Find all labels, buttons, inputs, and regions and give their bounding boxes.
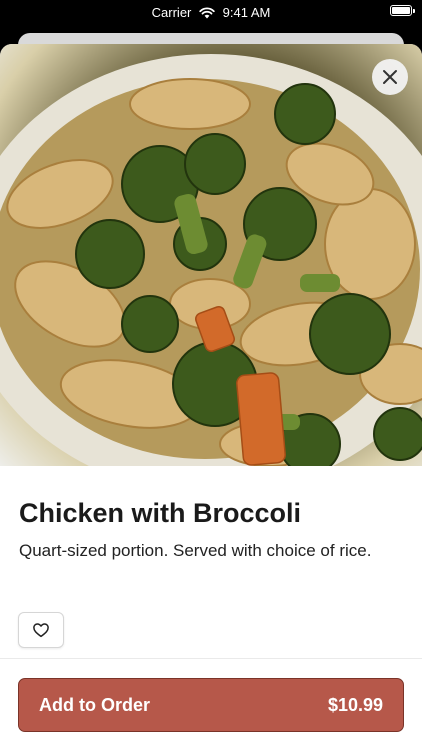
food-photo-illustration — [0, 54, 422, 466]
status-bar: Carrier 9:41 AM — [0, 0, 422, 24]
item-description: Quart-sized portion. Served with choice … — [19, 541, 372, 560]
close-icon — [383, 70, 397, 84]
divider — [0, 658, 422, 659]
time-label: 9:41 AM — [222, 5, 271, 21]
item-title: Chicken with Broccoli — [19, 498, 302, 528]
heart-icon — [33, 623, 49, 638]
item-detail-sheet: Chicken with Broccoli Quart-sized portio… — [0, 44, 422, 750]
add-to-order-button[interactable]: Add to Order $10.99 — [18, 678, 404, 732]
wifi-icon — [199, 7, 215, 19]
screen: Carrier 9:41 AM Chicken with Broccoli Qu… — [0, 0, 422, 750]
food-image — [0, 44, 422, 466]
status-center: Carrier 9:41 AM — [0, 4, 422, 20]
order-price: $10.99 — [327, 694, 383, 715]
carrier-label: Carrier — [151, 5, 192, 21]
battery-icon — [390, 5, 415, 16]
close-button[interactable] — [372, 59, 408, 95]
add-to-order-label: Add to Order — [39, 694, 150, 715]
favorite-button[interactable] — [18, 612, 64, 648]
item-content: Chicken with Broccoli Quart-sized portio… — [0, 466, 422, 563]
